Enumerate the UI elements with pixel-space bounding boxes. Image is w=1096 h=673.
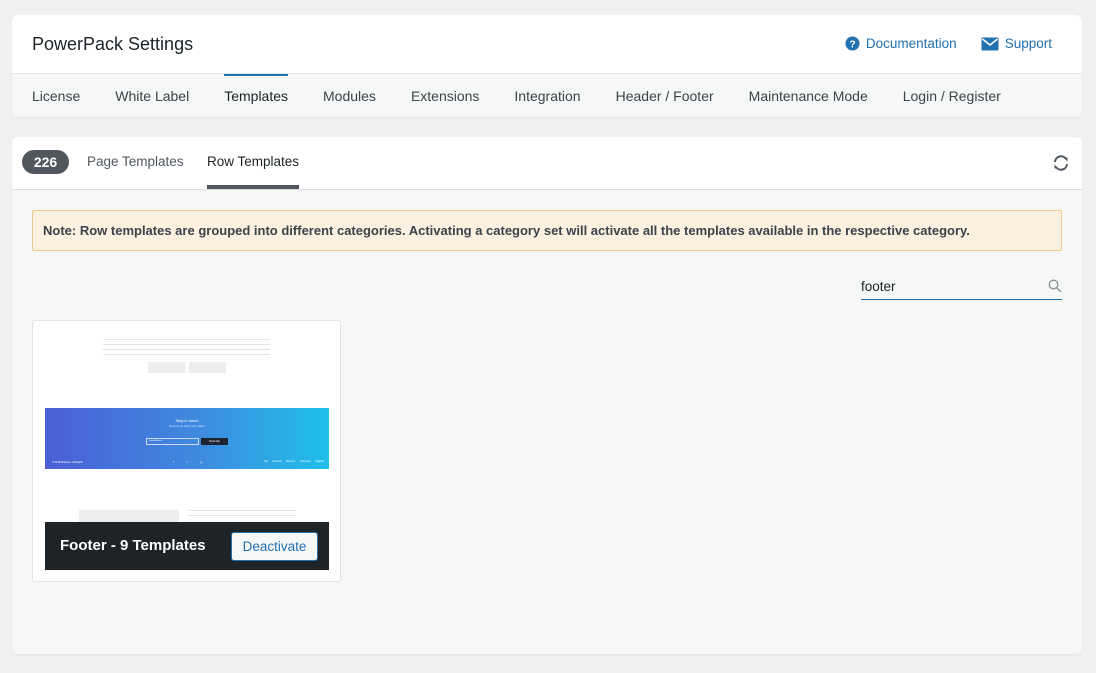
support-link[interactable]: Support bbox=[981, 36, 1052, 51]
template-card-footer[interactable]: Stay in touch Some text to inform your v… bbox=[32, 320, 341, 582]
preview-line bbox=[103, 354, 270, 355]
tab-white-label[interactable]: White Label bbox=[115, 74, 189, 117]
preview-footer-banner: Stay in touch Some text to inform your v… bbox=[45, 408, 329, 469]
header-links: ? Documentation Support bbox=[845, 36, 1052, 51]
page-title: PowerPack Settings bbox=[32, 34, 194, 54]
templates-panel: 226 Page Templates Row Templates Note: R… bbox=[12, 137, 1082, 654]
preview-subscribe-button: Subscribe bbox=[201, 438, 228, 445]
tab-modules[interactable]: Modules bbox=[323, 74, 376, 117]
templates-subheader: 226 Page Templates Row Templates bbox=[12, 137, 1082, 190]
preview-footer-links: My Account Delivery Customer Support bbox=[264, 460, 324, 463]
template-count-badge: 226 bbox=[22, 150, 69, 174]
tab-header-footer[interactable]: Header / Footer bbox=[616, 74, 714, 117]
preview-line bbox=[188, 510, 296, 511]
tab-templates[interactable]: Templates bbox=[224, 74, 288, 117]
search-input[interactable] bbox=[861, 274, 1041, 298]
tab-row-templates[interactable]: Row Templates bbox=[207, 137, 300, 189]
settings-nav-tabs: License White Label Templates Modules Ex… bbox=[12, 74, 1082, 117]
search-box bbox=[861, 274, 1062, 300]
refresh-icon[interactable] bbox=[1052, 154, 1070, 172]
preview-social-icons: f t g bbox=[173, 460, 209, 464]
search-icon[interactable] bbox=[1048, 279, 1062, 298]
preview-copyright: © 2018 Business. All Rights bbox=[52, 461, 83, 464]
documentation-link[interactable]: ? Documentation bbox=[845, 36, 957, 51]
preview-banner-title: Stay in touch bbox=[175, 418, 199, 423]
question-circle-icon: ? bbox=[845, 36, 860, 51]
preview-block bbox=[189, 362, 226, 373]
settings-header: PowerPack Settings ? Documentation Suppo… bbox=[12, 15, 1082, 117]
header-top-bar: PowerPack Settings ? Documentation Suppo… bbox=[12, 15, 1082, 74]
template-card-overlay: Footer - 9 Templates Deactivate bbox=[45, 522, 329, 570]
svg-text:?: ? bbox=[849, 39, 855, 50]
deactivate-button[interactable]: Deactivate bbox=[231, 532, 318, 561]
info-note: Note: Row templates are grouped into dif… bbox=[32, 210, 1062, 251]
preview-block bbox=[148, 362, 185, 373]
template-card-title: Footer - 9 Templates bbox=[60, 537, 206, 554]
tab-page-templates[interactable]: Page Templates bbox=[87, 137, 184, 189]
preview-line bbox=[103, 339, 270, 340]
support-label: Support bbox=[1004, 36, 1052, 51]
preview-line bbox=[103, 349, 270, 350]
envelope-icon bbox=[981, 37, 999, 51]
tab-extensions[interactable]: Extensions bbox=[411, 74, 479, 117]
preview-banner-subtitle: Some text to inform your visitors bbox=[169, 425, 205, 428]
tab-license[interactable]: License bbox=[32, 74, 80, 117]
tab-integration[interactable]: Integration bbox=[514, 74, 580, 117]
preview-line bbox=[188, 515, 296, 516]
preview-line bbox=[103, 344, 270, 345]
documentation-label: Documentation bbox=[865, 36, 957, 51]
tab-login-register[interactable]: Login / Register bbox=[903, 74, 1001, 117]
tab-maintenance-mode[interactable]: Maintenance Mode bbox=[749, 74, 868, 117]
preview-email-input: Email Address bbox=[146, 438, 199, 445]
